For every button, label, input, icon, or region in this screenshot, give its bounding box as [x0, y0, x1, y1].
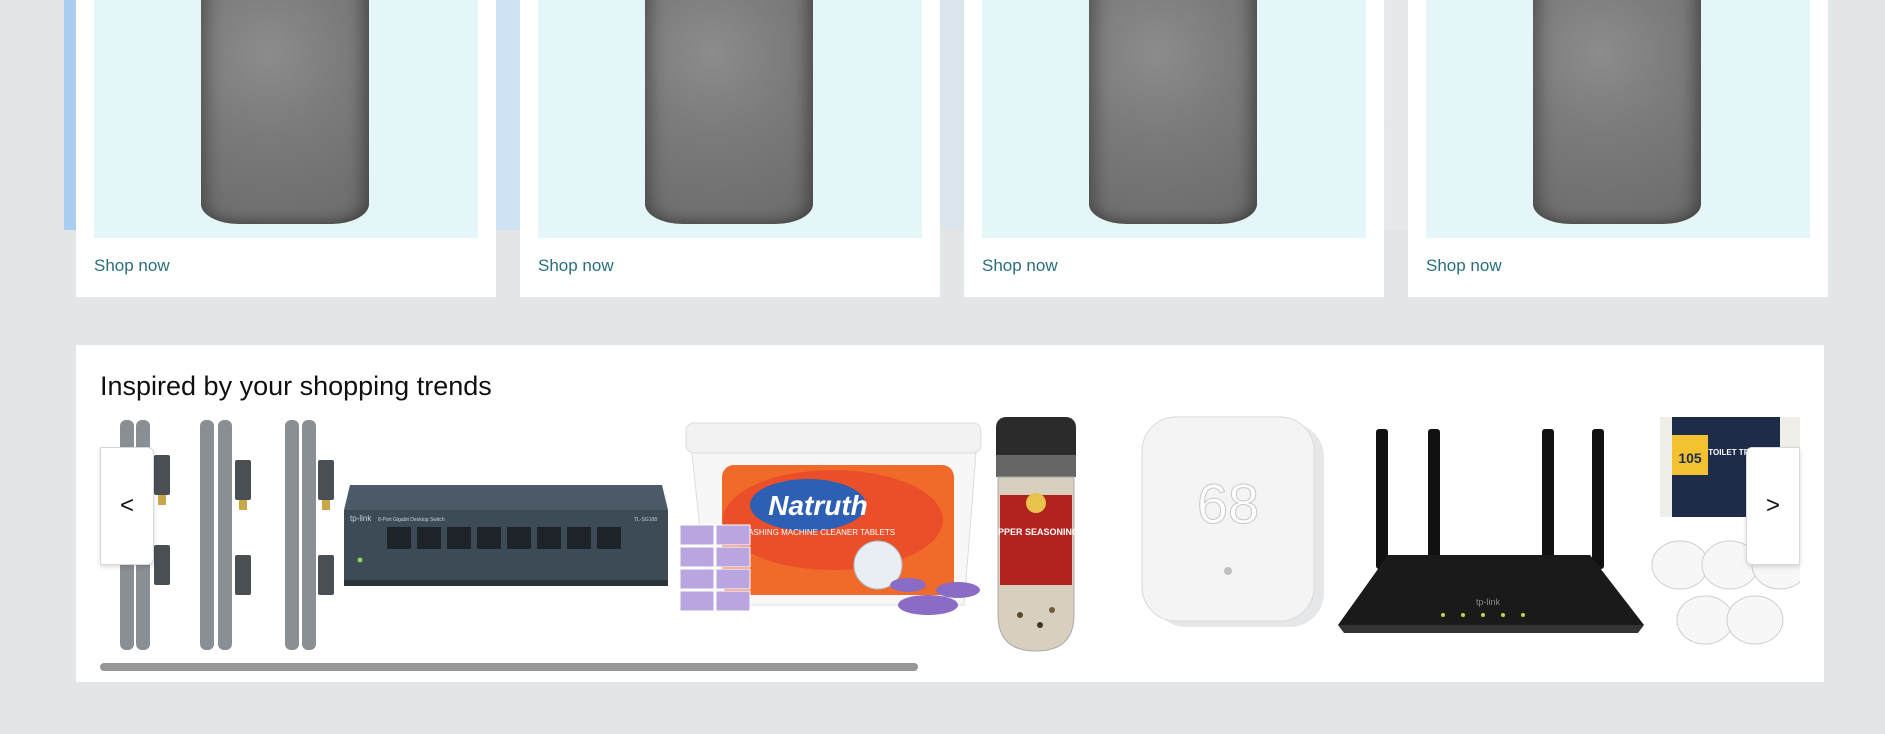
shop-now-link[interactable]: Shop now [1426, 256, 1502, 276]
product-item[interactable]: GARLIC PEPPER SEASONING GRINDER [990, 415, 1082, 655]
network-switch-image: tp-link 8-Port Gigabit Desktop Switch TL… [344, 485, 668, 586]
router-brand: tp-link [1476, 597, 1501, 607]
product-item[interactable]: 68 [1112, 415, 1328, 655]
wifi-router-image: tp-link [1338, 429, 1644, 633]
card-image[interactable] [538, 0, 922, 238]
scrollbar-thumb[interactable] [100, 663, 918, 671]
section-title: Inspired by your shopping trends [100, 371, 492, 401]
natruth-caption: WASHING MACHINE CLEANER TABLETS [741, 528, 895, 537]
speaker-image [201, 0, 369, 224]
speaker-image [1089, 0, 1257, 224]
trash-bags-count: 105 [1678, 450, 1702, 466]
switch-model: TL-SG108 [634, 517, 657, 523]
product-item[interactable]: Natruth WASHING MACHINE CLEANER TABLETS [668, 415, 990, 655]
card-image[interactable] [982, 0, 1366, 238]
product-cards-row: Shop now Shop now Shop now Shop now [76, 0, 1828, 297]
product-item[interactable]: tp-link [1328, 415, 1650, 655]
product-card: Shop now [1408, 0, 1828, 297]
carousel-next-button[interactable]: > [1746, 447, 1800, 565]
product-carousel: tp-link 8-Port Gigabit Desktop Switch TL… [100, 415, 1800, 655]
natruth-brand: Natruth [768, 490, 868, 521]
carousel-prev-button[interactable]: < [100, 447, 154, 565]
product-item[interactable]: tp-link 8-Port Gigabit Desktop Switch TL… [342, 415, 668, 655]
switch-brand: tp-link [350, 514, 372, 523]
card-image[interactable] [1426, 0, 1810, 238]
smart-thermostat-image: 68 [1141, 416, 1324, 627]
thermostat-display: 68 [1197, 472, 1259, 535]
product-card: Shop now [520, 0, 940, 297]
product-card: Shop now [964, 0, 1384, 297]
pepper-grinder-image: GARLIC PEPPER SEASONING GRINDER [990, 417, 1082, 652]
shop-now-link[interactable]: Shop now [94, 256, 170, 276]
speaker-image [1533, 0, 1701, 224]
switch-caption: 8-Port Gigabit Desktop Switch [378, 517, 445, 523]
grinder-caption: GARLIC PEPPER SEASONING GRINDER [990, 527, 1082, 537]
card-image[interactable] [94, 0, 478, 238]
speaker-image [645, 0, 813, 224]
washing-machine-cleaner-image: Natruth WASHING MACHINE CLEANER TABLETS [679, 422, 982, 615]
product-card: Shop now [76, 0, 496, 297]
shop-now-link[interactable]: Shop now [982, 256, 1058, 276]
shopping-trends-section: Inspired by your shopping trends tp-link… [76, 345, 1824, 682]
carousel-scrollbar[interactable] [100, 663, 1800, 671]
shop-now-link[interactable]: Shop now [538, 256, 614, 276]
